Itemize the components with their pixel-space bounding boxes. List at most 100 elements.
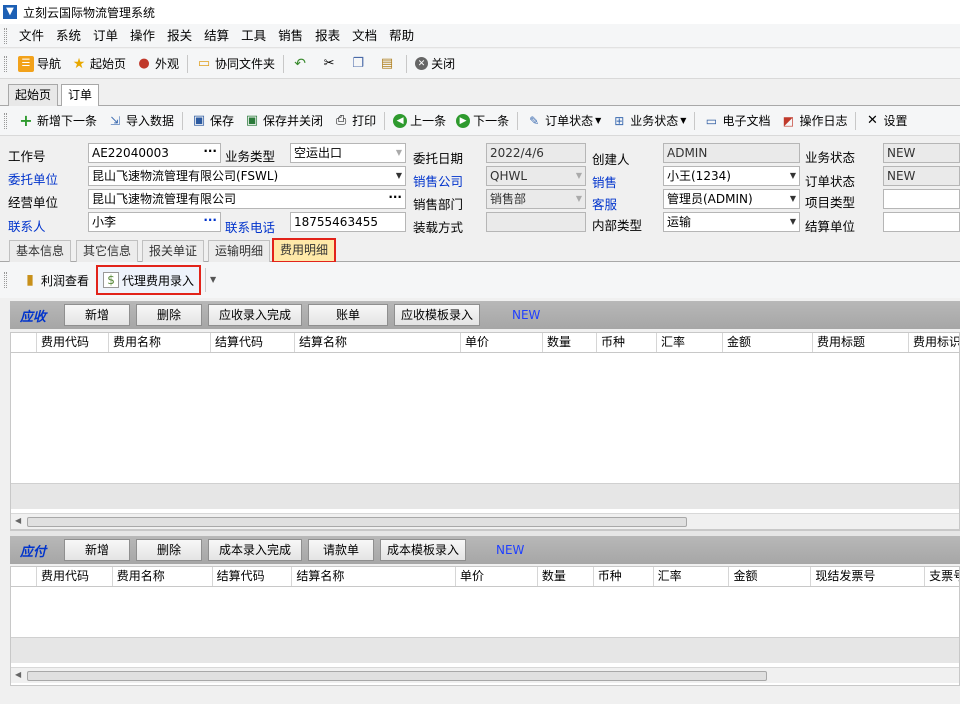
col-fee-code[interactable]: 费用代码 [37, 567, 113, 586]
grip-handle[interactable] [4, 27, 7, 44]
biz-status-dropdown[interactable]: ⊞ 业务状态 ▼ [606, 109, 691, 133]
ellipsis-icon[interactable]: ··· [203, 213, 217, 229]
scroll-left-icon[interactable]: ◀ [15, 670, 21, 679]
scroll-left-icon[interactable]: ◀ [15, 516, 21, 525]
col-quantity[interactable]: 数量 [538, 567, 594, 586]
scroll-thumb[interactable] [27, 671, 767, 681]
menu-reports[interactable]: 报表 [309, 25, 346, 47]
grip-handle[interactable] [4, 272, 7, 288]
menu-sales[interactable]: 销售 [272, 25, 309, 47]
col-amount[interactable]: 金额 [729, 567, 812, 586]
contact-field[interactable]: 小李 ··· [88, 212, 221, 232]
col-currency[interactable]: 币种 [597, 333, 657, 352]
col-settle-code[interactable]: 结算代码 [213, 567, 293, 586]
load-type-field[interactable] [486, 212, 586, 232]
order-status-field[interactable]: NEW [883, 166, 960, 186]
internal-type-select[interactable]: 运输 ▼ [663, 212, 800, 232]
tab-transport-detail[interactable]: 运输明细 [208, 240, 271, 262]
cs-select[interactable]: 管理员(ADMIN) ▼ [663, 189, 800, 209]
cs-label[interactable]: 客服 [592, 194, 617, 213]
menu-tools[interactable]: 工具 [235, 25, 272, 47]
phone-field[interactable]: 18755463455 [290, 212, 406, 232]
payable-delete-button[interactable]: 删除 [136, 539, 202, 561]
col-currency[interactable]: 币种 [594, 567, 654, 586]
tab-customs-docs[interactable]: 报关单证 [142, 240, 205, 262]
col-fee-name[interactable]: 费用名称 [113, 567, 213, 586]
payment-request-button[interactable]: 请款单 [308, 539, 374, 561]
settle-unit-field[interactable] [883, 212, 960, 232]
nav-button[interactable]: ☰ 导航 [13, 52, 66, 76]
cost-complete-button[interactable]: 成本录入完成 [208, 539, 302, 561]
ellipsis-icon[interactable]: ··· [388, 190, 402, 206]
save-close-button[interactable]: ▣ 保存并关闭 [239, 109, 328, 133]
tab-other-info[interactable]: 其它信息 [76, 240, 139, 262]
menu-customs[interactable]: 报关 [161, 25, 198, 47]
col-fee-flag[interactable]: 费用标识 [909, 333, 959, 352]
tab-fee-detail[interactable]: 费用明细 [272, 238, 337, 263]
close-button[interactable]: ✕ 关闭 [410, 52, 460, 76]
grip-handle[interactable] [4, 55, 7, 72]
client-select[interactable]: 昆山飞速物流管理有限公司(FSWL) ▼ [88, 166, 406, 186]
phone-label[interactable]: 联系电话 [225, 217, 275, 236]
home-button[interactable]: ★ 起始页 [66, 52, 131, 76]
creator-field[interactable]: ADMIN [663, 143, 800, 163]
import-data-button[interactable]: ⇲ 导入数据 [102, 109, 179, 133]
sales-label[interactable]: 销售 [592, 172, 617, 191]
menu-order[interactable]: 订单 [87, 25, 124, 47]
undo-button[interactable]: ↶ [287, 52, 316, 76]
col-unit-price[interactable]: 单价 [461, 333, 543, 352]
col-check-no[interactable]: 支票号 [925, 567, 959, 586]
scroll-thumb[interactable] [27, 517, 687, 527]
col-amount[interactable]: 金额 [723, 333, 813, 352]
job-no-field[interactable]: AE22040003 ··· [88, 143, 221, 163]
sales-company-label[interactable]: 销售公司 [413, 171, 463, 190]
order-status-dropdown[interactable]: ✎ 订单状态 ▼ [521, 109, 606, 133]
receivable-add-button[interactable]: 新增 [64, 304, 130, 326]
col-unit-price[interactable]: 单价 [456, 567, 538, 586]
operator-field[interactable]: 昆山飞速物流管理有限公司 ··· [88, 189, 406, 209]
sales-company-select[interactable]: QHWL ▼ [486, 166, 586, 186]
profit-view-button[interactable]: ▮ 利润查看 [17, 268, 94, 292]
col-rate[interactable]: 汇率 [657, 333, 723, 352]
copy-button[interactable]: ❐ [345, 52, 374, 76]
receivable-hscrollbar[interactable]: ◀ [11, 513, 959, 529]
col-fee-name[interactable]: 费用名称 [109, 333, 211, 352]
biz-status-field[interactable]: NEW [883, 143, 960, 163]
cost-template-button[interactable]: 成本模板录入 [380, 539, 466, 561]
entrust-date-field[interactable]: 2022/4/6 [486, 143, 586, 163]
menu-system[interactable]: 系统 [50, 25, 87, 47]
menu-documents[interactable]: 文档 [346, 25, 383, 47]
prev-record-button[interactable]: ◀ 上一条 [388, 109, 451, 133]
biz-type-select[interactable]: 空运出口 ▼ [290, 143, 406, 163]
edoc-button[interactable]: ▭ 电子文档 [698, 109, 775, 133]
next-record-button[interactable]: ▶ 下一条 [451, 109, 514, 133]
project-type-field[interactable] [883, 189, 960, 209]
col-invoice-no[interactable]: 现结发票号 [811, 567, 926, 586]
sales-select[interactable]: 小王(1234) ▼ [663, 166, 800, 186]
col-settle-code[interactable]: 结算代码 [211, 333, 295, 352]
tab-order[interactable]: 订单 [61, 84, 100, 107]
appearance-button[interactable]: ● 外观 [131, 52, 184, 76]
paste-button[interactable]: ▤ [374, 52, 403, 76]
menu-settlement[interactable]: 结算 [198, 25, 235, 47]
payable-hscrollbar[interactable]: ◀ [11, 667, 959, 683]
tab-start-page[interactable]: 起始页 [8, 84, 59, 106]
client-label[interactable]: 委托单位 [8, 169, 58, 188]
col-quantity[interactable]: 数量 [543, 333, 597, 352]
col-settle-name[interactable]: 结算名称 [295, 333, 461, 352]
menu-file[interactable]: 文件 [13, 25, 50, 47]
receivable-template-button[interactable]: 应收模板录入 [394, 304, 480, 326]
tab-basic-info[interactable]: 基本信息 [9, 240, 72, 262]
add-next-button[interactable]: + 新增下一条 [13, 109, 102, 133]
col-fee-title[interactable]: 费用标题 [813, 333, 909, 352]
receivable-complete-button[interactable]: 应收录入完成 [208, 304, 302, 326]
col-rate[interactable]: 汇率 [654, 567, 730, 586]
dropdown-arrow-icon[interactable]: ▼ [205, 268, 216, 292]
save-button[interactable]: ▣ 保存 [186, 109, 239, 133]
sales-dept-select[interactable]: 销售部 ▼ [486, 189, 586, 209]
agent-fee-entry-button[interactable]: $ 代理费用录入 [96, 265, 202, 295]
operation-log-button[interactable]: ◩ 操作日志 [775, 109, 852, 133]
print-button[interactable]: ⎙ 打印 [328, 109, 381, 133]
menu-help[interactable]: 帮助 [383, 25, 420, 47]
bill-button[interactable]: 账单 [308, 304, 388, 326]
